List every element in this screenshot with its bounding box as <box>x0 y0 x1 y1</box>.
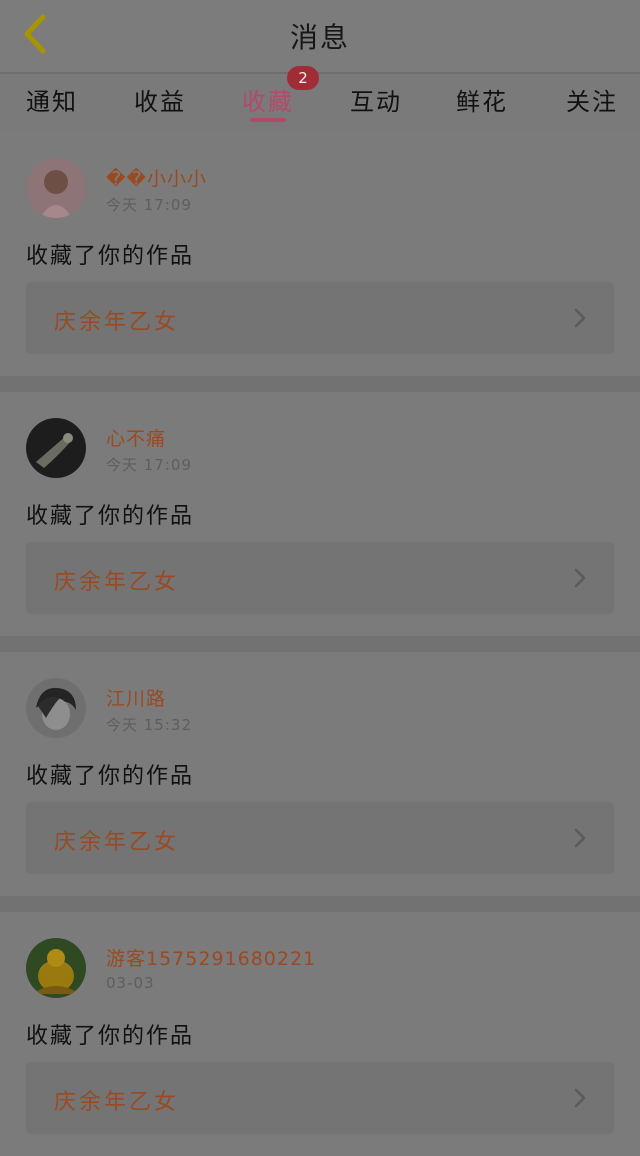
timestamp: 今天 17:09 <box>106 456 192 474</box>
work-title: 庆余年乙女 <box>54 570 180 595</box>
divider <box>0 896 640 912</box>
top-bar: 消息 <box>0 0 640 72</box>
message-card[interactable]: ��小小小 今天 17:09 收藏了你的作品 庆余年乙女 <box>0 132 640 376</box>
chevron-right-icon <box>574 828 586 848</box>
work-title: 庆余年乙女 <box>54 310 180 335</box>
message-card[interactable]: 江川路 今天 15:32 收藏了你的作品 庆余年乙女 <box>0 652 640 896</box>
tab-notify[interactable]: 通知 <box>26 82 78 117</box>
action-text: 收藏了你的作品 <box>26 504 195 529</box>
timestamp: 03-03 <box>106 974 155 992</box>
chevron-right-icon <box>574 568 586 588</box>
work-link[interactable]: 庆余年乙女 <box>26 1062 614 1134</box>
avatar[interactable] <box>26 938 86 998</box>
chevron-right-icon <box>574 1088 586 1108</box>
timestamp: 今天 17:09 <box>106 196 192 214</box>
timestamp: 今天 15:32 <box>106 716 192 734</box>
work-link[interactable]: 庆余年乙女 <box>26 542 614 614</box>
tab-earnings[interactable]: 收益 <box>134 82 186 117</box>
avatar[interactable] <box>26 418 86 478</box>
page-title: 消息 <box>289 21 350 54</box>
user-avatar-4 <box>26 938 86 998</box>
message-card[interactable]: 心不痛 今天 17:09 收藏了你的作品 庆余年乙女 <box>0 392 640 636</box>
user-avatar-2 <box>26 418 86 478</box>
tab-follow[interactable]: 关注 <box>566 82 618 117</box>
work-link[interactable]: 庆余年乙女 <box>26 282 614 354</box>
tab-bar: 通知 收益 收藏 互动 鲜花 关注 <box>0 74 640 130</box>
avatar[interactable] <box>26 678 86 738</box>
username[interactable]: 心不痛 <box>106 424 166 451</box>
user-avatar-1 <box>26 158 86 218</box>
active-tab-indicator <box>250 118 286 122</box>
divider <box>0 376 640 392</box>
chevron-right-icon <box>574 308 586 328</box>
action-text: 收藏了你的作品 <box>26 764 195 789</box>
work-title: 庆余年乙女 <box>54 1090 180 1115</box>
action-text: 收藏了你的作品 <box>26 1024 195 1049</box>
tab-favorites[interactable]: 收藏 <box>242 82 294 117</box>
message-card[interactable]: 游客1575291680221 03-03 收藏了你的作品 庆余年乙女 <box>0 912 640 1156</box>
work-title: 庆余年乙女 <box>54 830 180 855</box>
username[interactable]: 江川路 <box>106 684 166 711</box>
avatar[interactable] <box>26 158 86 218</box>
user-avatar-3 <box>26 678 86 738</box>
username[interactable]: ��小小小 <box>106 164 207 191</box>
action-text: 收藏了你的作品 <box>26 244 195 269</box>
tab-flowers[interactable]: 鲜花 <box>456 82 508 117</box>
unread-badge: 2 <box>287 66 319 90</box>
work-link[interactable]: 庆余年乙女 <box>26 802 614 874</box>
tab-interaction[interactable]: 互动 <box>350 82 402 117</box>
username[interactable]: 游客1575291680221 <box>106 944 316 971</box>
divider <box>0 636 640 652</box>
